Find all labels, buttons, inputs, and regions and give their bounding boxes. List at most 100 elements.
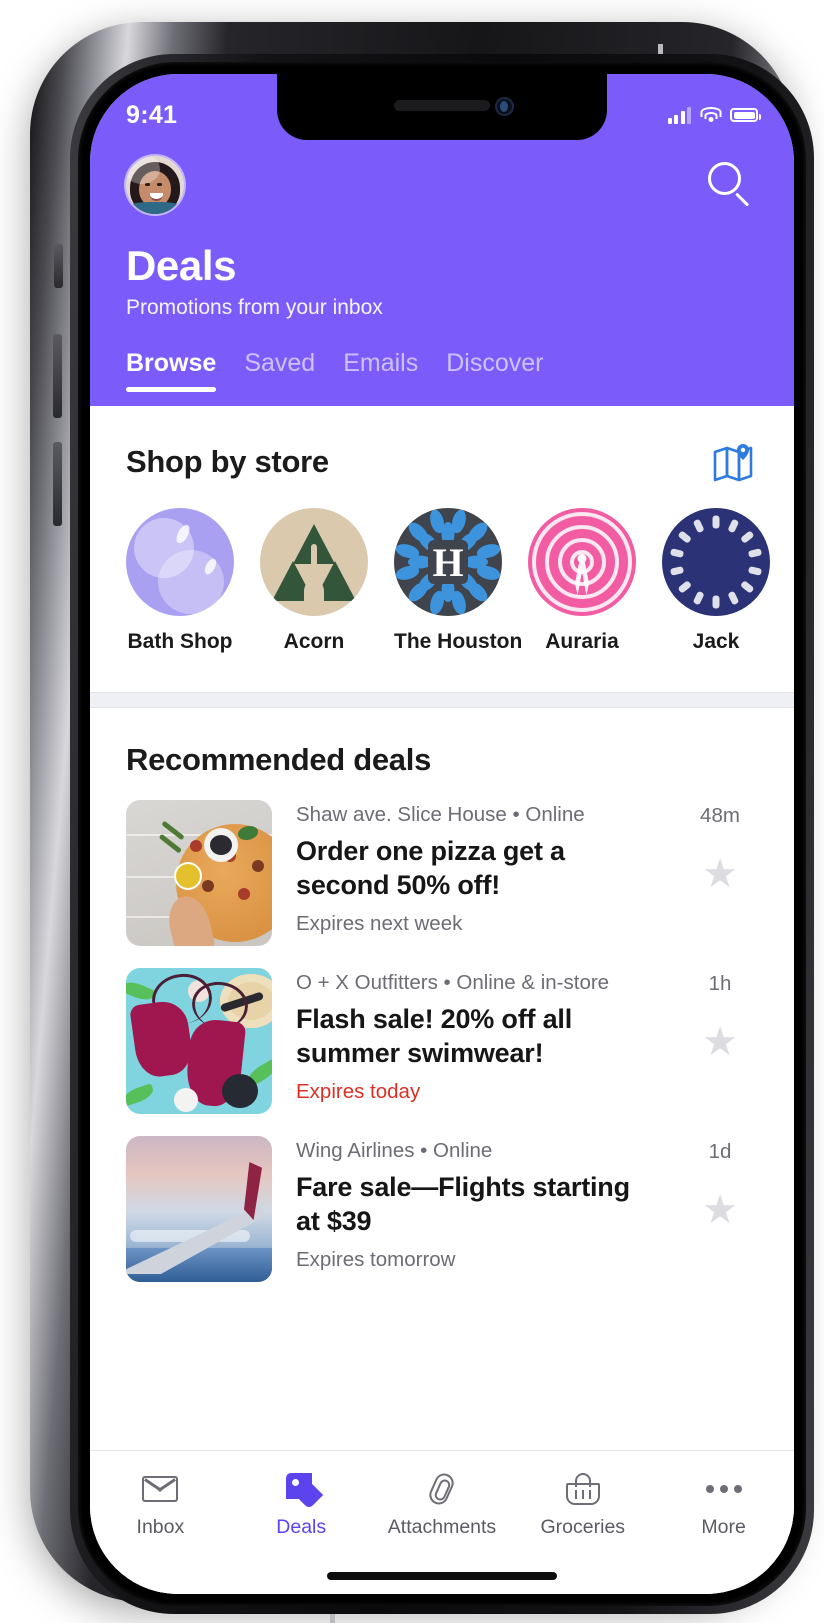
navy-circle-logo <box>662 508 770 616</box>
dash-shape <box>747 548 763 558</box>
dash-shape <box>747 566 763 576</box>
silent-switch[interactable] <box>54 244 63 288</box>
store-name: The Houston <box>394 630 523 653</box>
tab-active-indicator <box>126 387 217 392</box>
store-item-auraria[interactable]: Auraria <box>528 508 636 654</box>
volume-up-button[interactable] <box>53 334 62 418</box>
search-icon[interactable] <box>700 156 758 214</box>
ellipsis-icon <box>704 1471 744 1507</box>
dash-shape <box>740 580 755 594</box>
basket-icon <box>563 1471 603 1507</box>
store-item-the-houston[interactable]: H The Houston <box>394 508 523 654</box>
deal-timestamp: 48m <box>700 804 740 827</box>
dash-shape <box>740 530 755 544</box>
front-camera <box>495 97 514 116</box>
deal-timestamp: 1h <box>708 972 732 995</box>
search-icon-handle <box>734 192 750 207</box>
store-name: Bath Shop <box>127 630 233 653</box>
deal-text: Wing Airlines • Online Fare sale—Flights… <box>296 1136 658 1282</box>
tab-discover[interactable]: Discover <box>446 349 543 392</box>
dash-shape <box>712 595 720 609</box>
map-pin-icon[interactable] <box>712 442 758 482</box>
deal-card[interactable]: O + X Outfitters • Online & in-store Fla… <box>90 946 794 1114</box>
nav-item-groceries[interactable]: Groceries <box>512 1471 653 1539</box>
star-outline-icon[interactable]: ★ <box>702 1022 738 1062</box>
paperclip-icon <box>422 1470 462 1508</box>
tab-emails-label: Emails <box>343 349 419 377</box>
bubbles-logo <box>126 508 234 616</box>
avatar-shoulder <box>128 202 182 214</box>
earpiece-speaker <box>394 100 490 111</box>
content-area: Shop by store Bath Shop Acorn H The Hous… <box>90 406 794 1594</box>
tab-browse[interactable]: Browse <box>126 349 217 392</box>
deal-text: O + X Outfitters • Online & in-store Fla… <box>296 968 658 1114</box>
battery-full-icon <box>730 108 761 122</box>
status-indicators <box>667 106 761 124</box>
nav-item-deals[interactable]: Deals <box>231 1471 372 1539</box>
deal-title: Order one pizza get a second 50% off! <box>296 835 565 900</box>
store-item-bath-shop[interactable]: Bath Shop <box>126 508 234 654</box>
deal-store: Wing Airlines • Online <box>296 1139 493 1162</box>
status-clock: 9:41 <box>126 100 178 129</box>
monogram-h-logo: H <box>394 508 502 616</box>
recommended-deals-title: Recommended deals <box>126 742 432 777</box>
dash-shape <box>727 518 740 534</box>
store-name: Acorn <box>283 630 345 653</box>
search-icon-ring <box>708 162 741 195</box>
envelope-icon <box>140 1471 180 1507</box>
nav-item-inbox[interactable]: Inbox <box>90 1471 231 1539</box>
volume-down-button[interactable] <box>53 442 62 526</box>
nav-label: Groceries <box>540 1516 626 1538</box>
store-list[interactable]: Bath Shop Acorn H The Houston Auraria Ja… <box>90 482 794 654</box>
monogram-letter: H <box>432 539 464 585</box>
deal-card[interactable]: Wing Airlines • Online Fare sale—Flights… <box>90 1114 794 1282</box>
deal-card[interactable]: Shaw ave. Slice House • Online Order one… <box>90 778 794 946</box>
nav-item-more[interactable]: More <box>653 1471 794 1539</box>
wifi-icon <box>700 107 721 123</box>
dash-shape <box>669 548 685 558</box>
dash-shape <box>677 580 692 594</box>
page-title: Deals <box>126 242 237 289</box>
dash-shape <box>727 590 740 606</box>
tag-icon <box>281 1471 324 1510</box>
nav-label: Inbox <box>136 1516 185 1538</box>
deal-store: Shaw ave. Slice House • Online <box>296 803 585 826</box>
tab-saved[interactable]: Saved <box>244 349 315 392</box>
store-name: Jack <box>692 630 740 653</box>
shop-by-store-title: Shop by store <box>126 444 329 479</box>
notch <box>277 74 607 140</box>
nav-item-attachments[interactable]: Attachments <box>372 1470 513 1539</box>
dash-shape <box>692 590 705 606</box>
tab-emails[interactable]: Emails <box>343 349 418 392</box>
screenshot-root: 9:41 Deals Promotions from your inbox Br… <box>0 0 824 1623</box>
home-indicator[interactable] <box>327 1572 557 1580</box>
store-item-acorn[interactable]: Acorn <box>260 508 368 654</box>
deal-expiry: Expires today <box>296 1079 421 1103</box>
avatar-eye-right <box>157 183 162 186</box>
deal-text: Shaw ave. Slice House • Online Order one… <box>296 800 658 946</box>
deal-meta: 48m ★ <box>682 800 758 946</box>
page-subtitle: Promotions from your inbox <box>126 296 383 319</box>
pine-trees-logo <box>260 508 368 616</box>
tab-browse-label: Browse <box>126 349 217 377</box>
deal-timestamp: 1d <box>708 1140 732 1163</box>
deal-expiry: Expires next week <box>296 911 463 935</box>
dash-shape <box>712 515 720 529</box>
avatar[interactable] <box>126 156 184 214</box>
swimwear-photo <box>126 968 272 1114</box>
shop-by-store-header: Shop by store <box>90 406 794 482</box>
nav-label: Deals <box>276 1516 327 1538</box>
deal-meta: 1h ★ <box>682 968 758 1114</box>
pizza-photo <box>126 800 272 946</box>
bottom-tab-bar: Inbox Deals Attachments Groceries More <box>90 1450 794 1594</box>
cellular-bars-icon <box>667 106 691 124</box>
deal-title: Fare sale—Flights starting at $39 <box>296 1171 630 1236</box>
tab-discover-label: Discover <box>446 349 544 377</box>
star-outline-icon[interactable]: ★ <box>702 1190 738 1230</box>
star-outline-icon[interactable]: ★ <box>702 854 738 894</box>
store-item-jack[interactable]: Jack <box>662 508 770 654</box>
store-name: Auraria <box>545 630 619 653</box>
section-divider <box>90 692 794 708</box>
dash-shape <box>669 566 685 576</box>
airplane-wing-photo <box>126 1136 272 1282</box>
